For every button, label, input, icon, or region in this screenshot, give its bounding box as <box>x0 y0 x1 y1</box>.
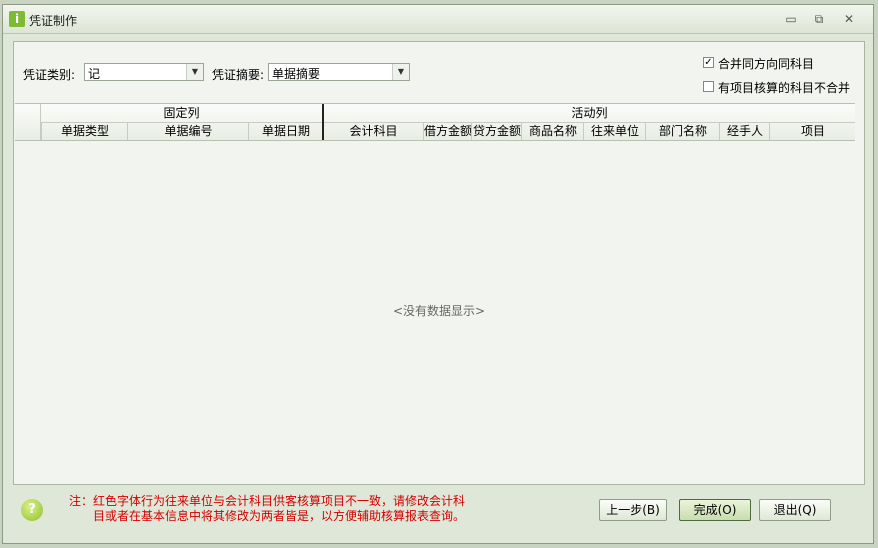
app-icon: i <box>9 11 25 27</box>
column-header[interactable]: 项目 <box>769 122 856 140</box>
prev-step-button[interactable]: 上一步(B) <box>599 499 667 521</box>
window-title: 凭证制作 <box>29 14 78 28</box>
no-merge-project-label[interactable]: 有项目核算的科目不合并 <box>718 79 850 96</box>
column-header[interactable]: 单据编号 <box>127 122 249 140</box>
exit-button[interactable]: 退出(Q) <box>759 499 831 521</box>
grid-header: 固定列 活动列 单据类型 单据编号 单据日期 会计科目 借方金额 贷方金额 商品… <box>15 103 855 141</box>
chevron-down-icon[interactable]: ▼ <box>392 64 409 80</box>
merge-same-direction-checkbox[interactable]: ✓ <box>703 57 714 68</box>
merge-same-direction-label[interactable]: 合并同方向同科目 <box>718 55 814 72</box>
note-line-1: 注：红色字体行为往来单位与会计科目供客核算项目不一致，请修改会计科 <box>69 494 466 508</box>
note-line-2: 目或者在基本信息中将其修改为两者皆是，以方便辅助核算报表查询。 <box>93 509 466 523</box>
no-merge-project-checkbox[interactable] <box>703 81 714 92</box>
column-header[interactable]: 部门名称 <box>645 122 720 140</box>
summary-select[interactable]: 单据摘要 ▼ <box>268 63 410 81</box>
band-fixed: 固定列 <box>163 106 200 120</box>
restore-button[interactable]: ⧉ <box>811 11 827 27</box>
summary-label: 凭证摘要: <box>212 68 265 82</box>
content-panel: 凭证类别: 记 ▼ 凭证摘要: 单据摘要 ▼ ✓ 合并同方向同科目 有项目核算的… <box>13 41 865 485</box>
grid-corner[interactable] <box>15 104 41 140</box>
help-icon[interactable]: ? <box>21 499 43 521</box>
finish-button[interactable]: 完成(O) <box>679 499 751 521</box>
voucher-type-select[interactable]: 记 ▼ <box>84 63 204 81</box>
footer-bar: ? 注：红色字体行为往来单位与会计科目供客核算项目不一致，请修改会计科 目或者在… <box>13 487 865 539</box>
band-active: 活动列 <box>571 106 608 120</box>
chevron-down-icon[interactable]: ▼ <box>186 64 203 80</box>
close-button[interactable]: ✕ <box>841 11 857 27</box>
column-header[interactable]: 往来单位 <box>583 122 646 140</box>
summary-value: 单据摘要 <box>272 67 321 81</box>
voucher-type-label: 凭证类别: <box>23 68 76 82</box>
title-bar[interactable]: i 凭证制作 ▭ ⧉ ✕ <box>3 5 873 34</box>
fixed-column-divider[interactable] <box>322 104 324 140</box>
voucher-type-value: 记 <box>88 67 101 81</box>
voucher-window: i 凭证制作 ▭ ⧉ ✕ 凭证类别: 记 ▼ 凭证摘要: 单据摘要 ▼ ✓ 合并… <box>2 4 874 544</box>
column-header[interactable]: 会计科目 <box>324 122 423 140</box>
column-header[interactable]: 借方金额 <box>423 122 472 140</box>
column-header[interactable]: 单据日期 <box>248 122 323 140</box>
minimize-button[interactable]: ▭ <box>783 11 799 27</box>
column-header[interactable]: 贷方金额 <box>471 122 522 140</box>
column-header[interactable]: 商品名称 <box>521 122 584 140</box>
column-header[interactable]: 经手人 <box>719 122 770 140</box>
column-header[interactable]: 单据类型 <box>41 122 128 140</box>
empty-message: <没有数据显示> <box>392 304 486 318</box>
